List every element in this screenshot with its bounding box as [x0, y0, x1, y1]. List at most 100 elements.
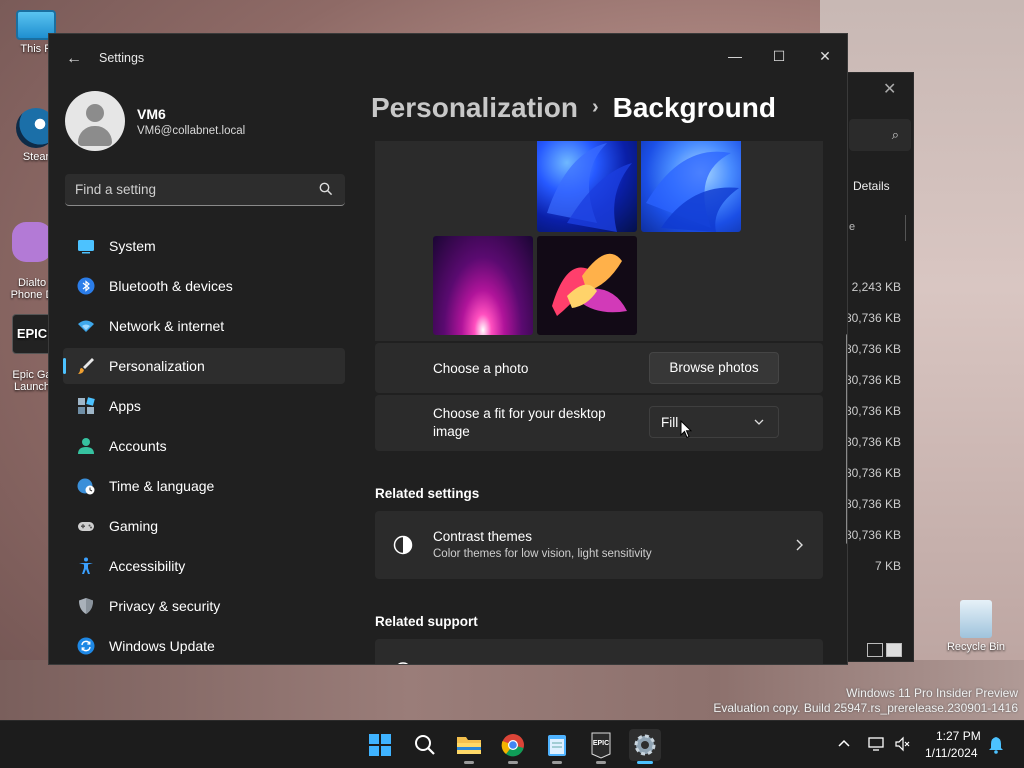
app-title: Settings	[99, 51, 145, 65]
wallpaper-thumbnail-bloom-dark[interactable]	[537, 141, 637, 232]
minimize-icon[interactable]: —	[719, 42, 751, 70]
chevron-down-icon	[754, 419, 764, 425]
details-view-icon[interactable]	[867, 643, 883, 657]
fit-dropdown[interactable]: Fill	[649, 406, 779, 438]
column-header[interactable]: e	[849, 221, 855, 233]
file-explorer-icon	[457, 737, 481, 754]
settings-window: ← Settings — ☐ ✕ VM6 VM6@collabnet.local…	[48, 33, 848, 665]
sidebar-item-personalization[interactable]: Personalization	[63, 348, 345, 384]
browse-photos-button[interactable]: Browse photos	[649, 352, 779, 384]
sidebar-item-label: Network & internet	[109, 318, 225, 334]
breadcrumb-parent[interactable]: Personalization	[371, 92, 578, 123]
file-size: 80,736 KB	[844, 373, 901, 387]
wallpaper-thumbnail-bloom-light[interactable]	[641, 141, 741, 232]
running-indicator	[637, 761, 653, 764]
close-icon[interactable]: ✕	[809, 42, 841, 70]
explorer-search-box[interactable]: ⌕	[849, 119, 911, 151]
svg-text:EPIC: EPIC	[593, 740, 609, 747]
bluetooth-icon	[77, 277, 95, 295]
contrast-themes-title: Contrast themes	[433, 529, 533, 544]
sidebar-item-apps[interactable]: Apps	[63, 388, 345, 424]
sidebar-item-label: Time & language	[109, 478, 215, 494]
sidebar-item-privacy-security[interactable]: Privacy & security	[63, 588, 345, 624]
running-indicator	[508, 761, 518, 764]
gamepad-icon	[78, 522, 94, 531]
taskbar-settings[interactable]	[629, 729, 661, 764]
fit-label: Choose a fit for your desktop image	[433, 406, 606, 439]
taskbar-notepad[interactable]	[541, 729, 573, 764]
sidebar-item-label: Apps	[109, 398, 141, 414]
desktop-icon-label: Recycle Bin	[946, 641, 1006, 653]
sidebar-item-label: Privacy & security	[109, 598, 221, 614]
running-indicator	[464, 761, 474, 764]
notepad-icon	[548, 735, 566, 756]
file-size: 80,736 KB	[844, 466, 901, 480]
view-toggle[interactable]	[867, 643, 911, 659]
fit-value: Fill	[661, 415, 679, 430]
taskbar-file-explorer[interactable]	[453, 729, 485, 764]
column-divider[interactable]	[905, 215, 906, 241]
recycle-bin-icon	[960, 600, 992, 638]
sidebar-item-label: Windows Update	[109, 638, 215, 654]
start-button[interactable]	[364, 729, 396, 761]
system-icon	[78, 240, 94, 254]
brush-icon	[78, 358, 94, 374]
maximize-icon[interactable]: ☐	[763, 42, 795, 70]
user-email: VM6@collabnet.local	[137, 125, 246, 137]
contrast-themes-subtitle: Color themes for low vision, light sensi…	[433, 548, 652, 560]
search-icon[interactable]	[319, 182, 333, 196]
shield-icon	[79, 598, 93, 614]
details-button[interactable]: Details	[853, 179, 890, 193]
file-size: 80,736 KB	[844, 435, 901, 449]
notification-bell-icon[interactable]	[988, 736, 1004, 754]
phone-icon	[12, 222, 52, 262]
flower-icon	[552, 253, 627, 316]
mouse-cursor-icon	[680, 420, 692, 439]
sidebar-item-accounts[interactable]: Accounts	[63, 428, 345, 464]
chevron-right-icon	[796, 539, 803, 551]
back-arrow-icon[interactable]: ←	[63, 48, 85, 70]
desktop-icon-recycle-bin[interactable]: Recycle Bin	[944, 600, 1008, 653]
network-icon[interactable]	[868, 736, 884, 752]
start-icon	[369, 734, 391, 756]
wallpaper-thumbnail-glow[interactable]	[433, 236, 533, 335]
update-icon	[77, 637, 95, 655]
contrast-themes-row[interactable]: Contrast themes Color themes for low vis…	[375, 511, 823, 579]
clock-date[interactable]: 1/11/2024	[925, 746, 978, 760]
taskbar-epic-games[interactable]: EPIC	[585, 729, 617, 764]
taskbar-search-button[interactable]	[409, 729, 441, 761]
page-title: Background	[612, 92, 776, 123]
sidebar-item-windows-update[interactable]: Windows Update	[63, 628, 345, 664]
sidebar-item-label: Bluetooth & devices	[109, 278, 233, 294]
globe-clock-icon	[77, 478, 95, 495]
volume-muted-icon[interactable]	[894, 736, 910, 752]
globe-icon	[397, 662, 409, 664]
sidebar-item-accessibility[interactable]: Accessibility	[63, 548, 345, 584]
chevron-up-icon[interactable]	[838, 739, 850, 747]
close-icon[interactable]: ✕	[883, 79, 896, 99]
accessibility-icon	[79, 557, 93, 574]
sidebar-item-gaming[interactable]: Gaming	[63, 508, 345, 544]
taskbar-chrome[interactable]	[497, 729, 529, 764]
insider-watermark-line2: Evaluation copy. Build 25947.rs_prerelea…	[713, 701, 1018, 715]
running-indicator	[552, 761, 562, 764]
tiles-view-icon[interactable]	[886, 643, 902, 657]
avatar[interactable]	[65, 91, 125, 151]
clock-time[interactable]: 1:27 PM	[936, 729, 981, 743]
sidebar-item-time-language[interactable]: Time & language	[63, 468, 345, 504]
related-support-card[interactable]	[375, 639, 823, 664]
wallpaper-thumbnail-flower[interactable]	[537, 236, 637, 335]
bloom-icon	[547, 143, 632, 232]
sidebar-item-system[interactable]: System	[63, 228, 345, 264]
content-scrollbar[interactable]	[846, 334, 847, 544]
contrast-icon	[393, 535, 413, 555]
search-input[interactable]	[75, 174, 305, 205]
accounts-icon	[78, 438, 94, 454]
sidebar-item-network[interactable]: Network & internet	[63, 308, 345, 344]
choose-photo-label: Choose a photo	[433, 361, 529, 376]
avatar-body	[78, 126, 112, 146]
sidebar-item-bluetooth[interactable]: Bluetooth & devices	[63, 268, 345, 304]
file-size: 2,243 KB	[851, 280, 901, 294]
find-setting-search[interactable]	[65, 174, 345, 206]
title-bar[interactable]: ← Settings — ☐ ✕	[49, 34, 847, 82]
